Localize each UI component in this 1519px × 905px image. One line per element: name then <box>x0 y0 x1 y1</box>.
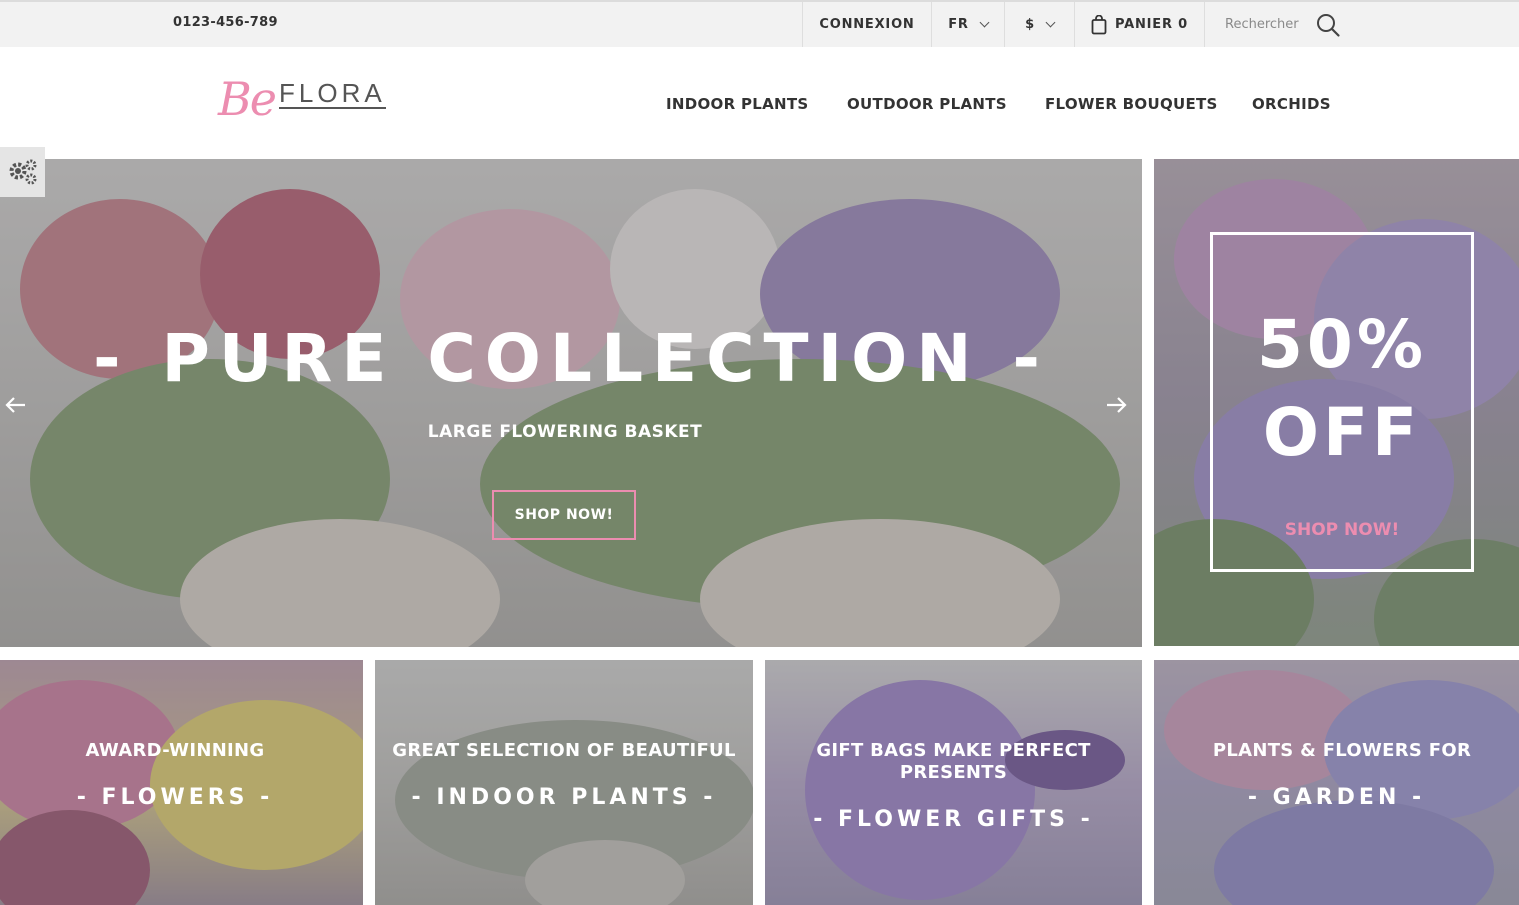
category-tile-flowers[interactable] <box>0 660 363 905</box>
promo-off: OFF <box>1262 394 1422 471</box>
category-tile-indoor-plants[interactable] <box>375 660 753 905</box>
arrow-left-icon[interactable] <box>3 392 29 418</box>
nav-link[interactable]: INDOOR PLANTS <box>666 95 809 113</box>
tile-title[interactable]: - INDOOR PLANTS - <box>375 785 753 810</box>
search-icon[interactable] <box>1315 12 1341 38</box>
tile-caption: GIFT BAGS MAKE PERFECT PRESENTS <box>816 740 1091 783</box>
image-overlay <box>375 660 753 905</box>
promo-shop-link[interactable]: SHOP NOW! <box>1210 520 1474 540</box>
promo-percent: 50% <box>1257 306 1427 383</box>
top-bar: 0123-456-789 CONNEXION FR $ PANIER 0 <box>0 0 1519 47</box>
phone-number: 0123-456-789 <box>173 15 278 30</box>
language-value: FR <box>948 17 969 32</box>
nav-link[interactable]: OUTDOOR PLANTS <box>847 95 1007 113</box>
currency-value: $ <box>1025 17 1035 32</box>
logo-be: Be <box>218 72 277 126</box>
logo-flora: FLORA <box>279 77 386 109</box>
nav-item-flower-bouquets[interactable]: FLOWER BOUQUETS <box>1045 95 1218 113</box>
search-input[interactable] <box>1225 14 1315 34</box>
language-selector[interactable]: FR <box>931 2 1004 47</box>
hero-slider <box>0 159 1142 647</box>
nav-item-indoor-plants[interactable]: INDOOR PLANTS <box>666 95 809 113</box>
chevron-down-icon <box>1045 17 1056 27</box>
tile-title[interactable]: - GARDEN - <box>1154 785 1519 810</box>
tile-caption: GREAT SELECTION OF BEAUTIFUL <box>392 740 736 761</box>
tile-title[interactable]: - FLOWER GIFTS - <box>765 807 1142 832</box>
tile-title[interactable]: - FLOWERS - <box>0 785 350 810</box>
shopping-bag-icon <box>1091 14 1107 34</box>
nav-item-orchids[interactable]: ORCHIDS <box>1252 95 1331 113</box>
hero-title: - PURE COLLECTION - <box>93 320 1049 397</box>
cart-label: PANIER 0 <box>1115 17 1188 32</box>
hero-subtitle: LARGE FLOWERING BASKET <box>427 422 703 442</box>
image-overlay <box>0 660 363 905</box>
arrow-right-icon[interactable] <box>1103 392 1129 418</box>
hero-shop-button[interactable]: SHOP NOW! <box>492 490 636 540</box>
image-overlay <box>1154 660 1519 905</box>
currency-selector[interactable]: $ <box>1004 2 1074 47</box>
tile-caption: PLANTS & FLOWERS FOR <box>1212 740 1472 761</box>
site-logo[interactable]: Be FLORA <box>218 69 386 129</box>
search-box <box>1204 2 1354 47</box>
settings-panel-toggle[interactable] <box>0 147 45 197</box>
gears-icon <box>9 159 36 185</box>
nav-link[interactable]: FLOWER BOUQUETS <box>1045 95 1218 113</box>
nav-link[interactable]: ORCHIDS <box>1252 95 1331 113</box>
login-link[interactable]: CONNEXION <box>802 2 931 47</box>
image-overlay <box>0 159 1142 647</box>
category-tile-garden[interactable] <box>1154 660 1519 905</box>
chevron-down-icon <box>979 17 990 27</box>
cart-button[interactable]: PANIER 0 <box>1074 2 1204 47</box>
tile-caption: AWARD-WINNING <box>85 740 265 761</box>
nav-item-outdoor-plants[interactable]: OUTDOOR PLANTS <box>847 95 1007 113</box>
